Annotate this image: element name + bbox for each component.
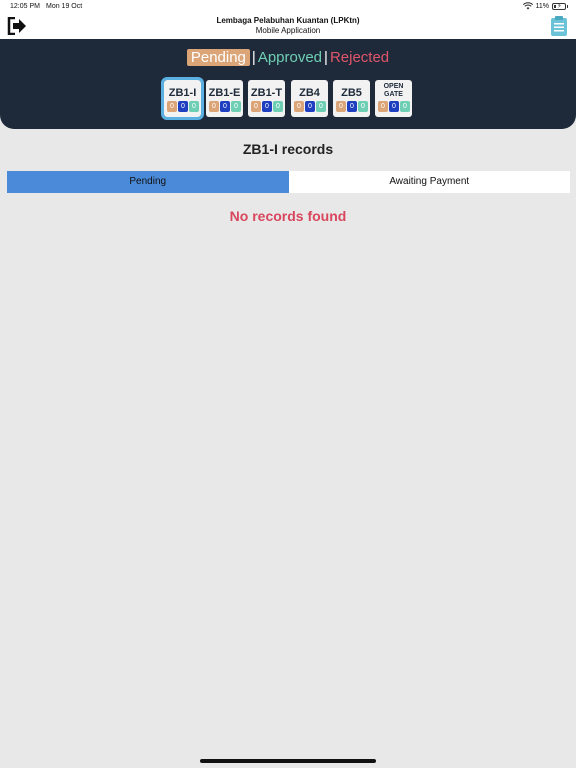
rejected-count: 0 (316, 101, 326, 112)
approved-count: 0 (305, 101, 315, 112)
rejected-count: 0 (231, 101, 241, 112)
zone-selector: ZB1-I 0 0 0 ZB1-E 0 0 0 ZB1-T 0 0 0 ZB4 … (0, 77, 576, 120)
approved-count: 0 (178, 101, 188, 112)
subtab-pending[interactable]: Pending (7, 171, 289, 193)
approved-count: 0 (347, 101, 357, 112)
filter-separator: | (251, 49, 256, 66)
status-time: 12:05 PM (10, 3, 40, 10)
filter-approved[interactable]: Approved (258, 49, 322, 66)
zone-card-zb5[interactable]: ZB5 0 0 0 (333, 80, 370, 117)
status-right: 11% ⚡ (522, 2, 568, 10)
clipboard-icon[interactable] (550, 15, 568, 37)
approved-count: 0 (262, 101, 272, 112)
zone-counts: 0 0 0 (336, 101, 368, 112)
empty-message: No records found (229, 208, 347, 224)
approved-count: 0 (389, 101, 399, 112)
home-indicator[interactable] (200, 759, 376, 763)
filter-separator: | (324, 49, 328, 66)
rejected-count: 0 (189, 101, 199, 112)
status-bar: 12:05 PM Mon 19 Oct 11% ⚡ (0, 0, 576, 14)
app-title-line2: Mobile Application (255, 26, 321, 35)
filter-rejected[interactable]: Rejected (330, 49, 389, 66)
zone-card-zb4[interactable]: ZB4 0 0 0 (291, 80, 328, 117)
zone-card-zb1-e[interactable]: ZB1-E 0 0 0 (206, 80, 243, 117)
pending-count: 0 (209, 101, 219, 112)
zone-counts: 0 0 0 (378, 101, 410, 112)
pending-count: 0 (294, 101, 304, 112)
rejected-count: 0 (273, 101, 283, 112)
status-date: Mon 19 Oct (46, 3, 83, 10)
records-title: ZB1-I records (242, 141, 334, 157)
pending-count: 0 (336, 101, 346, 112)
zone-counts: 0 0 0 (251, 101, 283, 112)
rejected-count: 0 (358, 101, 368, 112)
zone-card-zb1-i[interactable]: ZB1-I 0 0 0 (161, 77, 204, 120)
zone-counts: 0 0 0 (294, 101, 326, 112)
rejected-count: 0 (400, 101, 410, 112)
pending-count: 0 (167, 101, 177, 112)
battery-percent: 11% (535, 2, 550, 10)
zone-label: ZB1-T (250, 87, 283, 99)
zone-label: ZB1-I (168, 87, 197, 99)
status-filter: Pending | Approved | Rejected (0, 49, 576, 67)
records-subtabs: Pending Awaiting Payment (7, 171, 570, 193)
zone-counts: 0 0 0 (209, 101, 241, 112)
header-panel: Pending | Approved | Rejected ZB1-I 0 0 0 ZB… (0, 39, 576, 129)
pending-count: 0 (251, 101, 261, 112)
subtab-awaiting-payment[interactable]: Awaiting Payment (288, 171, 570, 193)
approved-count: 0 (220, 101, 230, 112)
zone-label: ZB4 (299, 87, 320, 99)
zone-card-open-gate[interactable]: OPEN GATE 0 0 0 (375, 80, 412, 117)
filter-pending[interactable]: Pending (186, 49, 250, 66)
zone-counts: 0 0 0 (167, 101, 199, 112)
app-title-line1: Lembaga Pelabuhan Kuantan (LPKtn) (216, 16, 360, 25)
zone-label: OPEN GATE (383, 83, 404, 98)
zone-label: ZB1-E (208, 87, 241, 99)
zone-label: ZB5 (341, 87, 362, 99)
app-title: Lembaga Pelabuhan Kuantan (LPKtn) Mobile… (0, 16, 576, 36)
pending-count: 0 (378, 101, 388, 112)
battery-icon: ⚡ (552, 2, 568, 10)
zone-card-zb1-t[interactable]: ZB1-T 0 0 0 (248, 80, 285, 117)
wifi-icon (522, 2, 533, 10)
